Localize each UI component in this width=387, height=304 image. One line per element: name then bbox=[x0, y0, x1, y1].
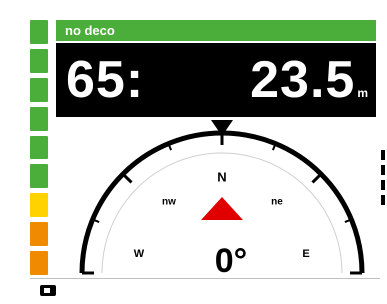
ascent-rate-segment bbox=[30, 135, 48, 160]
direction-pointer-icon bbox=[201, 197, 243, 220]
dive-data-panel: 65: 23.5 m bbox=[56, 43, 376, 117]
dive-time: 65: bbox=[66, 51, 145, 109]
deco-status-label: no deco bbox=[65, 23, 115, 38]
side-indicator bbox=[381, 150, 387, 220]
ascent-rate-segment bbox=[30, 106, 48, 131]
compass-label-n: N bbox=[217, 169, 227, 185]
depth-value: 23.5 bbox=[250, 51, 356, 109]
ascent-rate-segment bbox=[30, 77, 48, 102]
ascent-rate-segment bbox=[30, 20, 48, 44]
bottom-divider bbox=[30, 278, 380, 279]
depth-display: 23.5 m bbox=[250, 51, 368, 109]
side-mark bbox=[381, 180, 385, 190]
compass-label-w: W bbox=[133, 248, 145, 260]
side-mark bbox=[381, 165, 385, 175]
depth-unit: m bbox=[357, 86, 368, 100]
compass-label-nw: nw bbox=[162, 196, 176, 208]
compass-tick bbox=[311, 172, 323, 184]
compass-label-e: E bbox=[302, 248, 310, 260]
compass-label-ne: ne bbox=[271, 196, 283, 208]
side-mark bbox=[381, 150, 385, 160]
compass-tick bbox=[121, 172, 133, 184]
ascent-rate-segment bbox=[30, 193, 48, 218]
compass-heading: 0° bbox=[214, 242, 248, 280]
compass: N nw ne W E 0° bbox=[56, 117, 376, 280]
side-mark bbox=[381, 195, 385, 205]
ascent-rate-indicator bbox=[30, 20, 48, 276]
battery-icon bbox=[40, 285, 56, 296]
ascent-rate-segment bbox=[30, 48, 48, 73]
ascent-rate-segment bbox=[30, 222, 48, 247]
dive-computer-screen: no deco 65: 23.5 m N nw ne W E 0° bbox=[0, 0, 387, 304]
deco-status-bar: no deco bbox=[56, 20, 376, 41]
ascent-rate-segment bbox=[30, 251, 48, 276]
ascent-rate-segment bbox=[30, 164, 48, 189]
